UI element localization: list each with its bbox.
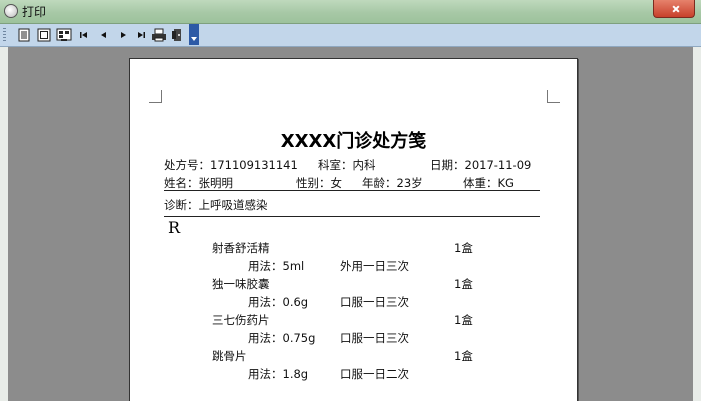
patient-name: 姓名：张明明 [164, 176, 233, 190]
medicine-dosage: 用法：1.8g [248, 367, 309, 381]
medicine-frequency: 口服一日三次 [340, 331, 409, 345]
department: 科室：内科 [318, 158, 376, 172]
header-divider [164, 190, 540, 191]
rx-number: 处方号：171109131141 [164, 158, 298, 172]
first-page-icon[interactable] [76, 27, 92, 43]
patient-gender: 性别：女 [296, 176, 342, 190]
medicine-dosage: 用法：0.6g [248, 295, 309, 309]
window-title-bar: 打印 [0, 0, 701, 24]
medicine-dosage: 用法：5ml [248, 259, 305, 273]
medicine-name: 射香舒活精 [212, 241, 270, 255]
document-title: XXXX门诊处方笺 [280, 131, 427, 152]
print-icon[interactable] [151, 27, 167, 43]
prev-page-icon[interactable] [96, 27, 112, 43]
close-button[interactable] [653, 0, 695, 18]
medicine-frequency: 口服一日三次 [340, 295, 409, 309]
single-page-icon[interactable] [16, 27, 32, 43]
next-page-icon[interactable] [115, 27, 131, 43]
date: 日期：2017-11-09 [430, 158, 532, 172]
medicine-quantity: 1盒 [454, 349, 473, 363]
medicine-name: 跳骨片 [212, 349, 247, 363]
print-preview-toolbar [0, 24, 701, 47]
app-icon [4, 4, 18, 18]
medicine-frequency: 口服一日二次 [340, 367, 409, 381]
close-preview-icon[interactable] [169, 27, 185, 43]
multi-page-icon[interactable] [56, 27, 72, 43]
last-page-icon[interactable] [133, 27, 149, 43]
medicine-quantity: 1盒 [454, 313, 473, 327]
diagnosis: 诊断：上呼吸道感染 [164, 198, 268, 212]
medicine-frequency: 外用一日三次 [340, 259, 409, 273]
window-title: 打印 [22, 5, 47, 19]
two-page-icon[interactable] [36, 27, 52, 43]
margin-mark-top-left [149, 90, 162, 103]
margin-mark-top-right [547, 90, 560, 103]
prescription-page: XXXX门诊处方笺 处方号：171109131141 科室：内科 日期：2017… [129, 58, 578, 401]
diagnosis-divider [164, 216, 540, 217]
rx-symbol: R [168, 218, 181, 237]
medicine-dosage: 用法：0.75g [248, 331, 316, 345]
patient-age: 年龄：23岁 [362, 176, 423, 190]
medicine-name: 独一味胶囊 [212, 277, 270, 291]
medicine-quantity: 1盒 [454, 241, 473, 255]
toolbar-overflow-button[interactable] [189, 24, 199, 45]
medicine-name: 三七伤药片 [212, 313, 270, 327]
patient-weight: 体重：KG [463, 176, 514, 190]
medicine-quantity: 1盒 [454, 277, 473, 291]
toolbar-grip[interactable] [3, 28, 6, 42]
